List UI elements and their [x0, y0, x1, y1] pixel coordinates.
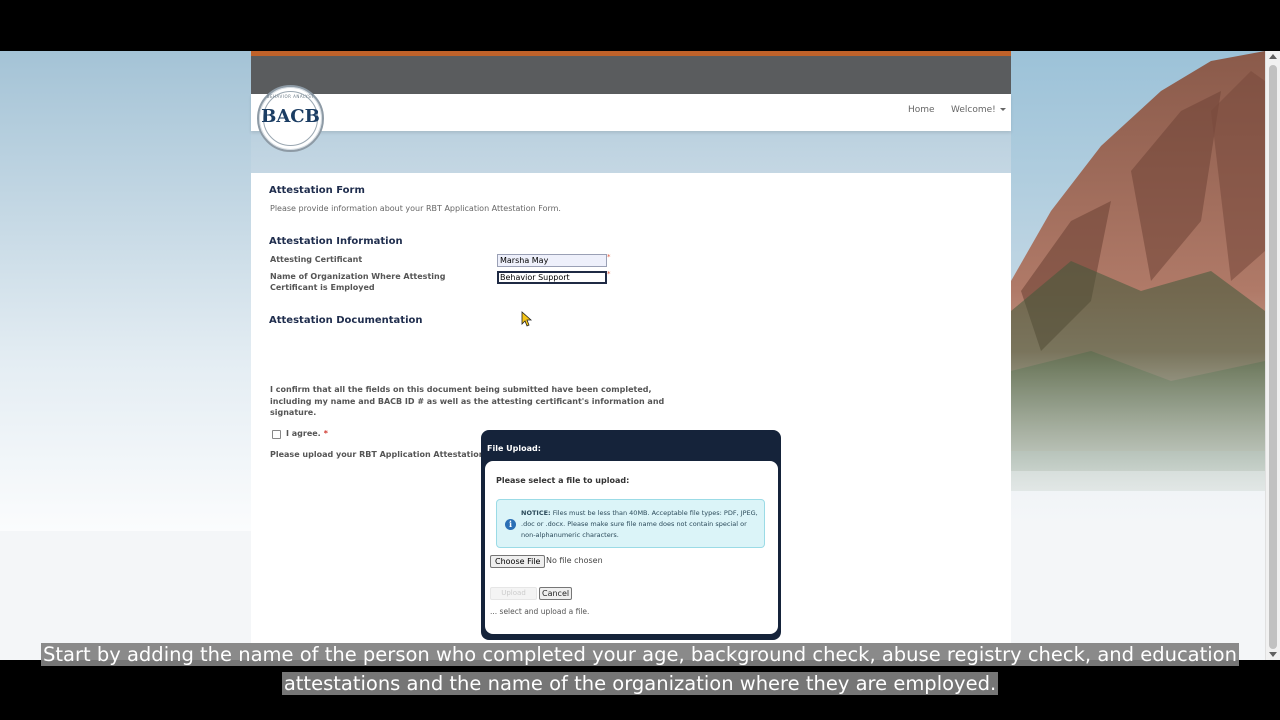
file-upload-dialog: File Upload: Please select a file to upl…: [481, 430, 781, 640]
attestation-info-heading: Attestation Information: [269, 236, 403, 247]
agree-checkbox[interactable]: [272, 430, 281, 439]
video-caption: Start by adding the name of the person w…: [0, 640, 1280, 698]
dialog-body: Please select a file to upload: i NOTICE…: [485, 461, 778, 634]
attestation-documentation-heading: Attestation Documentation: [269, 315, 423, 326]
notice-box: i NOTICE: Files must be less than 40MB. …: [496, 499, 765, 548]
attesting-certificant-input[interactable]: [497, 254, 607, 267]
organization-label: Name of Organization Where Attesting Cer…: [270, 272, 446, 292]
dialog-prompt: Please select a file to upload:: [496, 476, 630, 485]
upload-button[interactable]: Upload: [490, 587, 537, 600]
logo-ring-text: BEHAVIOR ANALYST: [266, 94, 315, 99]
bacb-logo[interactable]: BEHAVIOR ANALYST BACB: [257, 85, 324, 152]
notice-body: Files must be less than 40MB. Acceptable…: [521, 509, 758, 539]
caption-line-1: Start by adding the name of the person w…: [41, 643, 1239, 666]
caption-line-2: attestations and the name of the organiz…: [281, 672, 999, 695]
page-scrollbar[interactable]: [1265, 51, 1280, 660]
nav-home-link[interactable]: Home: [908, 105, 935, 115]
site-header-band: [251, 51, 1011, 94]
no-file-text: No file chosen: [546, 556, 603, 565]
nav-welcome-dropdown[interactable]: Welcome!: [951, 105, 1006, 115]
required-asterisk: *: [607, 270, 611, 278]
background-sky: [0, 51, 251, 531]
agree-label: I agree. *: [286, 429, 328, 438]
organization-input[interactable]: [497, 271, 607, 284]
page-subtitle: Please provide information about your RB…: [270, 204, 561, 213]
required-asterisk: *: [323, 429, 328, 438]
attesting-certificant-label: Attesting Certificant: [270, 255, 363, 264]
confirmation-text: I confirm that all the fields on this do…: [270, 385, 665, 417]
scrollbar-thumb[interactable]: [1269, 65, 1277, 649]
scroll-up-arrow-icon[interactable]: [1269, 54, 1277, 59]
top-navbar: Home Welcome!: [251, 94, 1011, 131]
agree-label-text: I agree.: [286, 429, 321, 438]
upload-status: ... select and upload a file.: [490, 607, 590, 616]
page-title: Attestation Form: [269, 185, 365, 196]
caret-down-icon: [999, 108, 1006, 111]
logo-text: BACB: [261, 106, 320, 127]
required-asterisk: *: [607, 253, 611, 261]
welcome-label: Welcome!: [951, 105, 996, 115]
notice-text: NOTICE: Files must be less than 40MB. Ac…: [521, 508, 761, 541]
mouse-cursor-icon: [521, 311, 533, 327]
dialog-title: File Upload:: [487, 444, 541, 453]
cancel-button[interactable]: Cancel: [539, 587, 573, 600]
choose-file-button[interactable]: Choose File: [490, 555, 546, 568]
notice-label: NOTICE:: [521, 509, 551, 517]
info-icon: i: [505, 519, 516, 530]
